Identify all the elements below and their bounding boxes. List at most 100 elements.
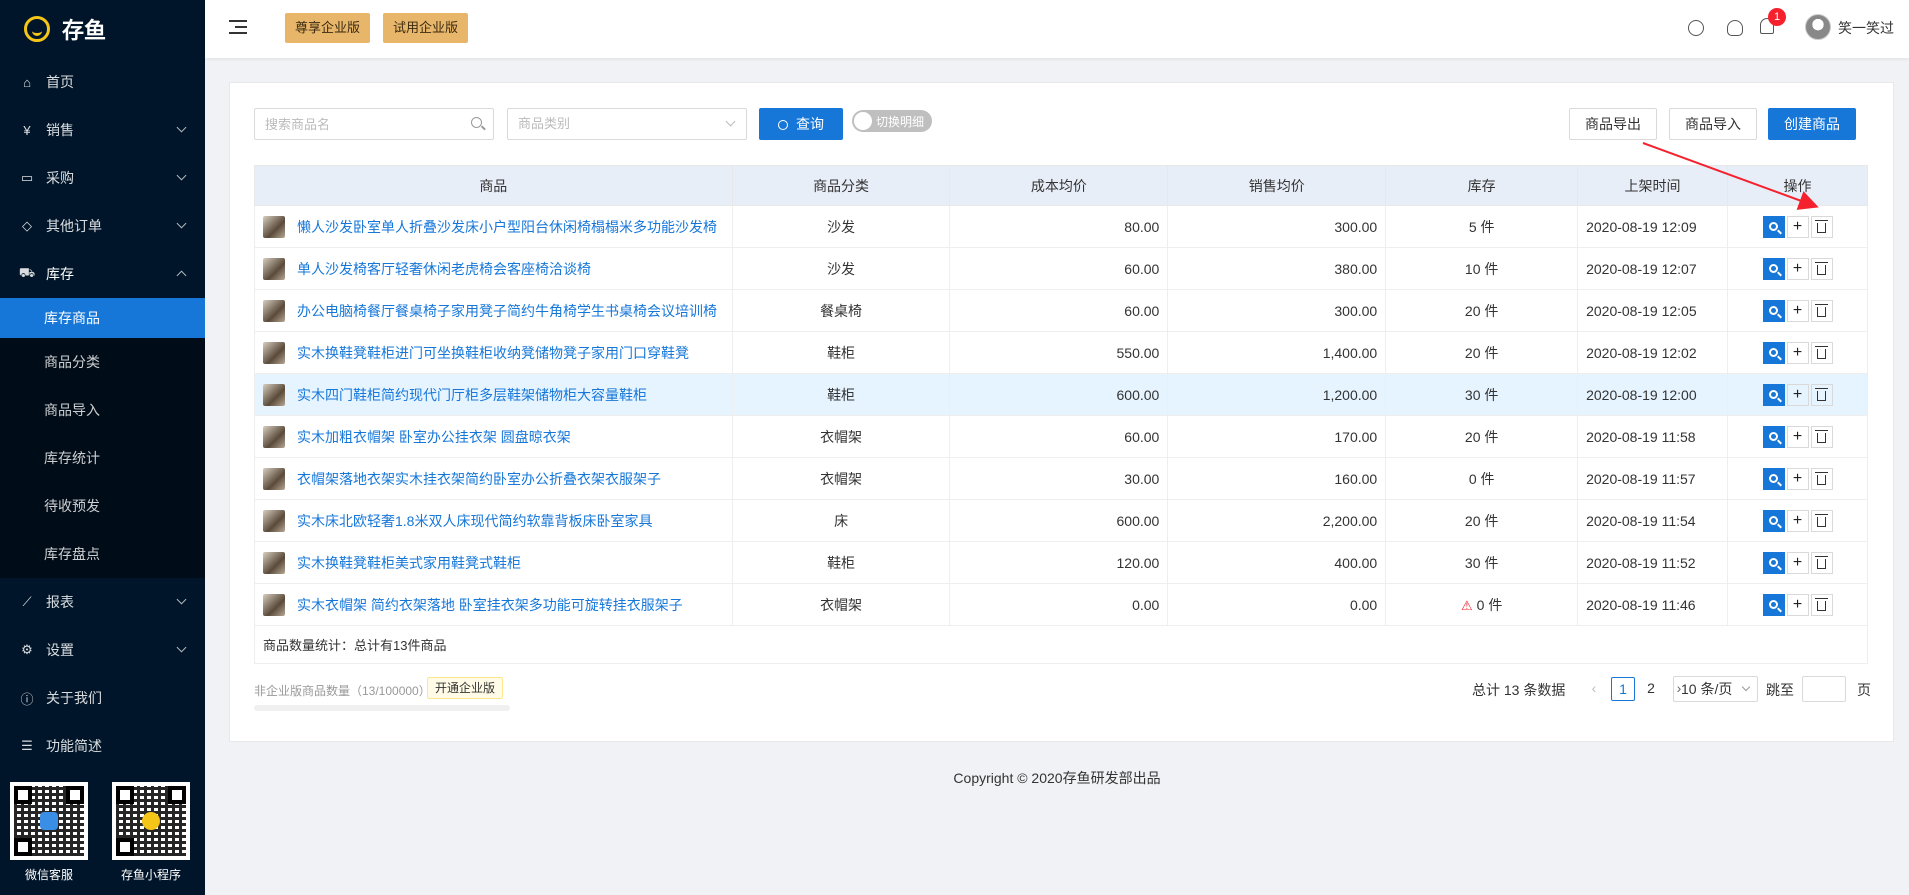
- delete-button[interactable]: [1810, 257, 1833, 280]
- trial-enterprise-button[interactable]: 试用企业版: [383, 13, 469, 43]
- search-icon: [1769, 390, 1778, 399]
- sidebar-item-settings[interactable]: ⚙ 设置: [0, 626, 205, 674]
- view-button[interactable]: [1762, 551, 1785, 574]
- submenu-item-stocktake[interactable]: 库存盘点: [0, 530, 205, 578]
- sidebar-item-about[interactable]: ⓘ 关于我们: [0, 674, 205, 722]
- add-button[interactable]: +: [1786, 593, 1809, 616]
- product-name-link[interactable]: 实木衣帽架 简约衣架落地 卧室挂衣架多功能可旋转挂衣服架子: [297, 597, 683, 613]
- detail-toggle[interactable]: 切换明细: [852, 110, 932, 132]
- view-button[interactable]: [1762, 341, 1785, 364]
- delete-button[interactable]: [1810, 299, 1833, 322]
- product-name-link[interactable]: 实木换鞋凳鞋柜美式家用鞋凳式鞋柜: [297, 555, 521, 571]
- cost-cell: 30.00: [949, 457, 1169, 500]
- qr-code-image: [112, 782, 190, 860]
- sidebar-item-other-orders[interactable]: ◇ 其他订单: [0, 202, 205, 250]
- headset-icon[interactable]: [1727, 20, 1743, 36]
- trash-icon: [1815, 388, 1828, 401]
- submenu-item-inventory-goods[interactable]: 库存商品: [0, 298, 205, 338]
- add-button[interactable]: +: [1786, 467, 1809, 490]
- jump-page-input[interactable]: [1802, 676, 1846, 702]
- delete-button[interactable]: [1810, 383, 1833, 406]
- inventory-goods-card: 商品类别 查询 切换明细 商品导出 商品导入 创建商品 商品 商品分类 成本均价…: [229, 82, 1894, 742]
- add-button[interactable]: +: [1786, 257, 1809, 280]
- avatar[interactable]: [1805, 14, 1831, 40]
- import-goods-button[interactable]: 商品导入: [1669, 108, 1757, 140]
- submenu-item-pending[interactable]: 待收预发: [0, 482, 205, 530]
- page-size-select[interactable]: 10 条/页: [1673, 676, 1758, 702]
- product-name-link[interactable]: 实木加粗衣帽架 卧室办公挂衣架 圆盘晾衣架: [297, 429, 571, 445]
- delete-button[interactable]: [1810, 551, 1833, 574]
- delete-button[interactable]: [1810, 425, 1833, 448]
- view-button[interactable]: [1762, 593, 1785, 616]
- menu-fold-icon[interactable]: [229, 20, 247, 36]
- sidebar-item-inventory[interactable]: ⛟ 库存: [0, 250, 205, 298]
- open-enterprise-button[interactable]: 开通企业版: [427, 677, 504, 699]
- column-header: 销售均价: [1167, 165, 1387, 206]
- page-button-2[interactable]: 2: [1639, 677, 1663, 701]
- trash-icon: [1815, 262, 1828, 275]
- sidebar-item-label: 设置: [46, 642, 74, 658]
- export-goods-button[interactable]: 商品导出: [1569, 108, 1657, 140]
- sidebar-item-reports[interactable]: ⟋ 报表: [0, 578, 205, 626]
- trash-icon: [1815, 598, 1828, 611]
- chevron-down-icon: [1741, 682, 1751, 692]
- category-select[interactable]: 商品类别: [507, 108, 747, 140]
- product-name-link[interactable]: 实木床北欧轻奢1.8米双人床现代简约软靠背板床卧室家具: [297, 513, 652, 529]
- compass-icon[interactable]: [1688, 20, 1704, 36]
- submenu-item-inventory-stats[interactable]: 库存统计: [0, 434, 205, 482]
- page-button-1[interactable]: 1: [1611, 677, 1635, 701]
- view-button[interactable]: [1762, 509, 1785, 532]
- view-button[interactable]: [1762, 383, 1785, 406]
- username[interactable]: 笑一笑过: [1838, 18, 1894, 38]
- submenu-item-goods-category[interactable]: 商品分类: [0, 338, 205, 386]
- search-input[interactable]: [254, 108, 494, 140]
- view-button[interactable]: [1762, 425, 1785, 448]
- add-button[interactable]: +: [1786, 509, 1809, 532]
- brand-logo[interactable]: 存鱼: [0, 0, 205, 58]
- fish-logo-icon: [24, 16, 50, 42]
- stock-value: 5 件: [1468, 218, 1495, 235]
- view-button[interactable]: [1762, 467, 1785, 490]
- view-button[interactable]: [1762, 215, 1785, 238]
- add-button[interactable]: +: [1786, 215, 1809, 238]
- product-name-link[interactable]: 实木换鞋凳鞋柜进门可坐换鞋柜收纳凳储物凳子家用门口穿鞋凳: [297, 345, 689, 361]
- premium-enterprise-button[interactable]: 尊享企业版: [285, 13, 371, 43]
- query-button[interactable]: 查询: [759, 108, 843, 140]
- product-name-link[interactable]: 单人沙发椅客厅轻奢休闲老虎椅会客座椅洽谈椅: [297, 261, 591, 277]
- product-name-link[interactable]: 懒人沙发卧室单人折叠沙发床小户型阳台休闲椅榻榻米多功能沙发椅: [297, 219, 717, 235]
- delete-button[interactable]: [1810, 341, 1833, 364]
- add-button[interactable]: +: [1786, 551, 1809, 574]
- submenu-item-goods-import[interactable]: 商品导入: [0, 386, 205, 434]
- view-button[interactable]: [1762, 257, 1785, 280]
- sidebar-item-features[interactable]: ☰ 功能简述: [0, 722, 205, 770]
- create-goods-button[interactable]: 创建商品: [1768, 108, 1856, 140]
- delete-button[interactable]: [1810, 467, 1833, 490]
- sidebar-item-home[interactable]: ⌂ 首页: [0, 58, 205, 106]
- cost-cell: 60.00: [949, 247, 1169, 290]
- add-button[interactable]: +: [1786, 383, 1809, 406]
- delete-button[interactable]: [1810, 215, 1833, 238]
- delete-button[interactable]: [1810, 593, 1833, 616]
- inventory-submenu: 库存商品 商品分类 商品导入 库存统计 待收预发 库存盘点: [0, 298, 205, 578]
- add-button[interactable]: +: [1786, 425, 1809, 448]
- sidebar-item-sales[interactable]: ¥ 销售: [0, 106, 205, 154]
- goods-cell: 实木床北欧轻奢1.8米双人床现代简约软靠背板床卧室家具: [254, 499, 733, 542]
- product-name-link[interactable]: 衣帽架落地衣架实木挂衣架简约卧室办公折叠衣架衣服架子: [297, 471, 661, 487]
- page-suffix: 页: [1857, 682, 1871, 698]
- stock-cell: 30 件: [1385, 541, 1579, 584]
- product-name-link[interactable]: 办公电脑椅餐厅餐桌椅子家用凳子简约牛角椅学生书桌椅会议培训椅: [297, 303, 717, 319]
- product-name-link[interactable]: 实木四门鞋柜简约现代门厅柜多层鞋架储物柜大容量鞋柜: [297, 387, 647, 403]
- sidebar-item-purchase[interactable]: ▭ 采购: [0, 154, 205, 202]
- price-cell: 160.00: [1167, 457, 1387, 500]
- view-button[interactable]: [1762, 299, 1785, 322]
- add-button[interactable]: +: [1786, 341, 1809, 364]
- mini-program-icon: [142, 812, 160, 830]
- trash-icon: [1815, 430, 1828, 443]
- search-icon: [1769, 474, 1778, 483]
- goods-cell: 单人沙发椅客厅轻奢休闲老虎椅会客座椅洽谈椅: [254, 247, 733, 290]
- trash-icon: [1815, 514, 1828, 527]
- add-button[interactable]: +: [1786, 299, 1809, 322]
- stock-value: 10 件: [1464, 260, 1499, 277]
- prev-page-button[interactable]: ‹: [1582, 677, 1606, 701]
- delete-button[interactable]: [1810, 509, 1833, 532]
